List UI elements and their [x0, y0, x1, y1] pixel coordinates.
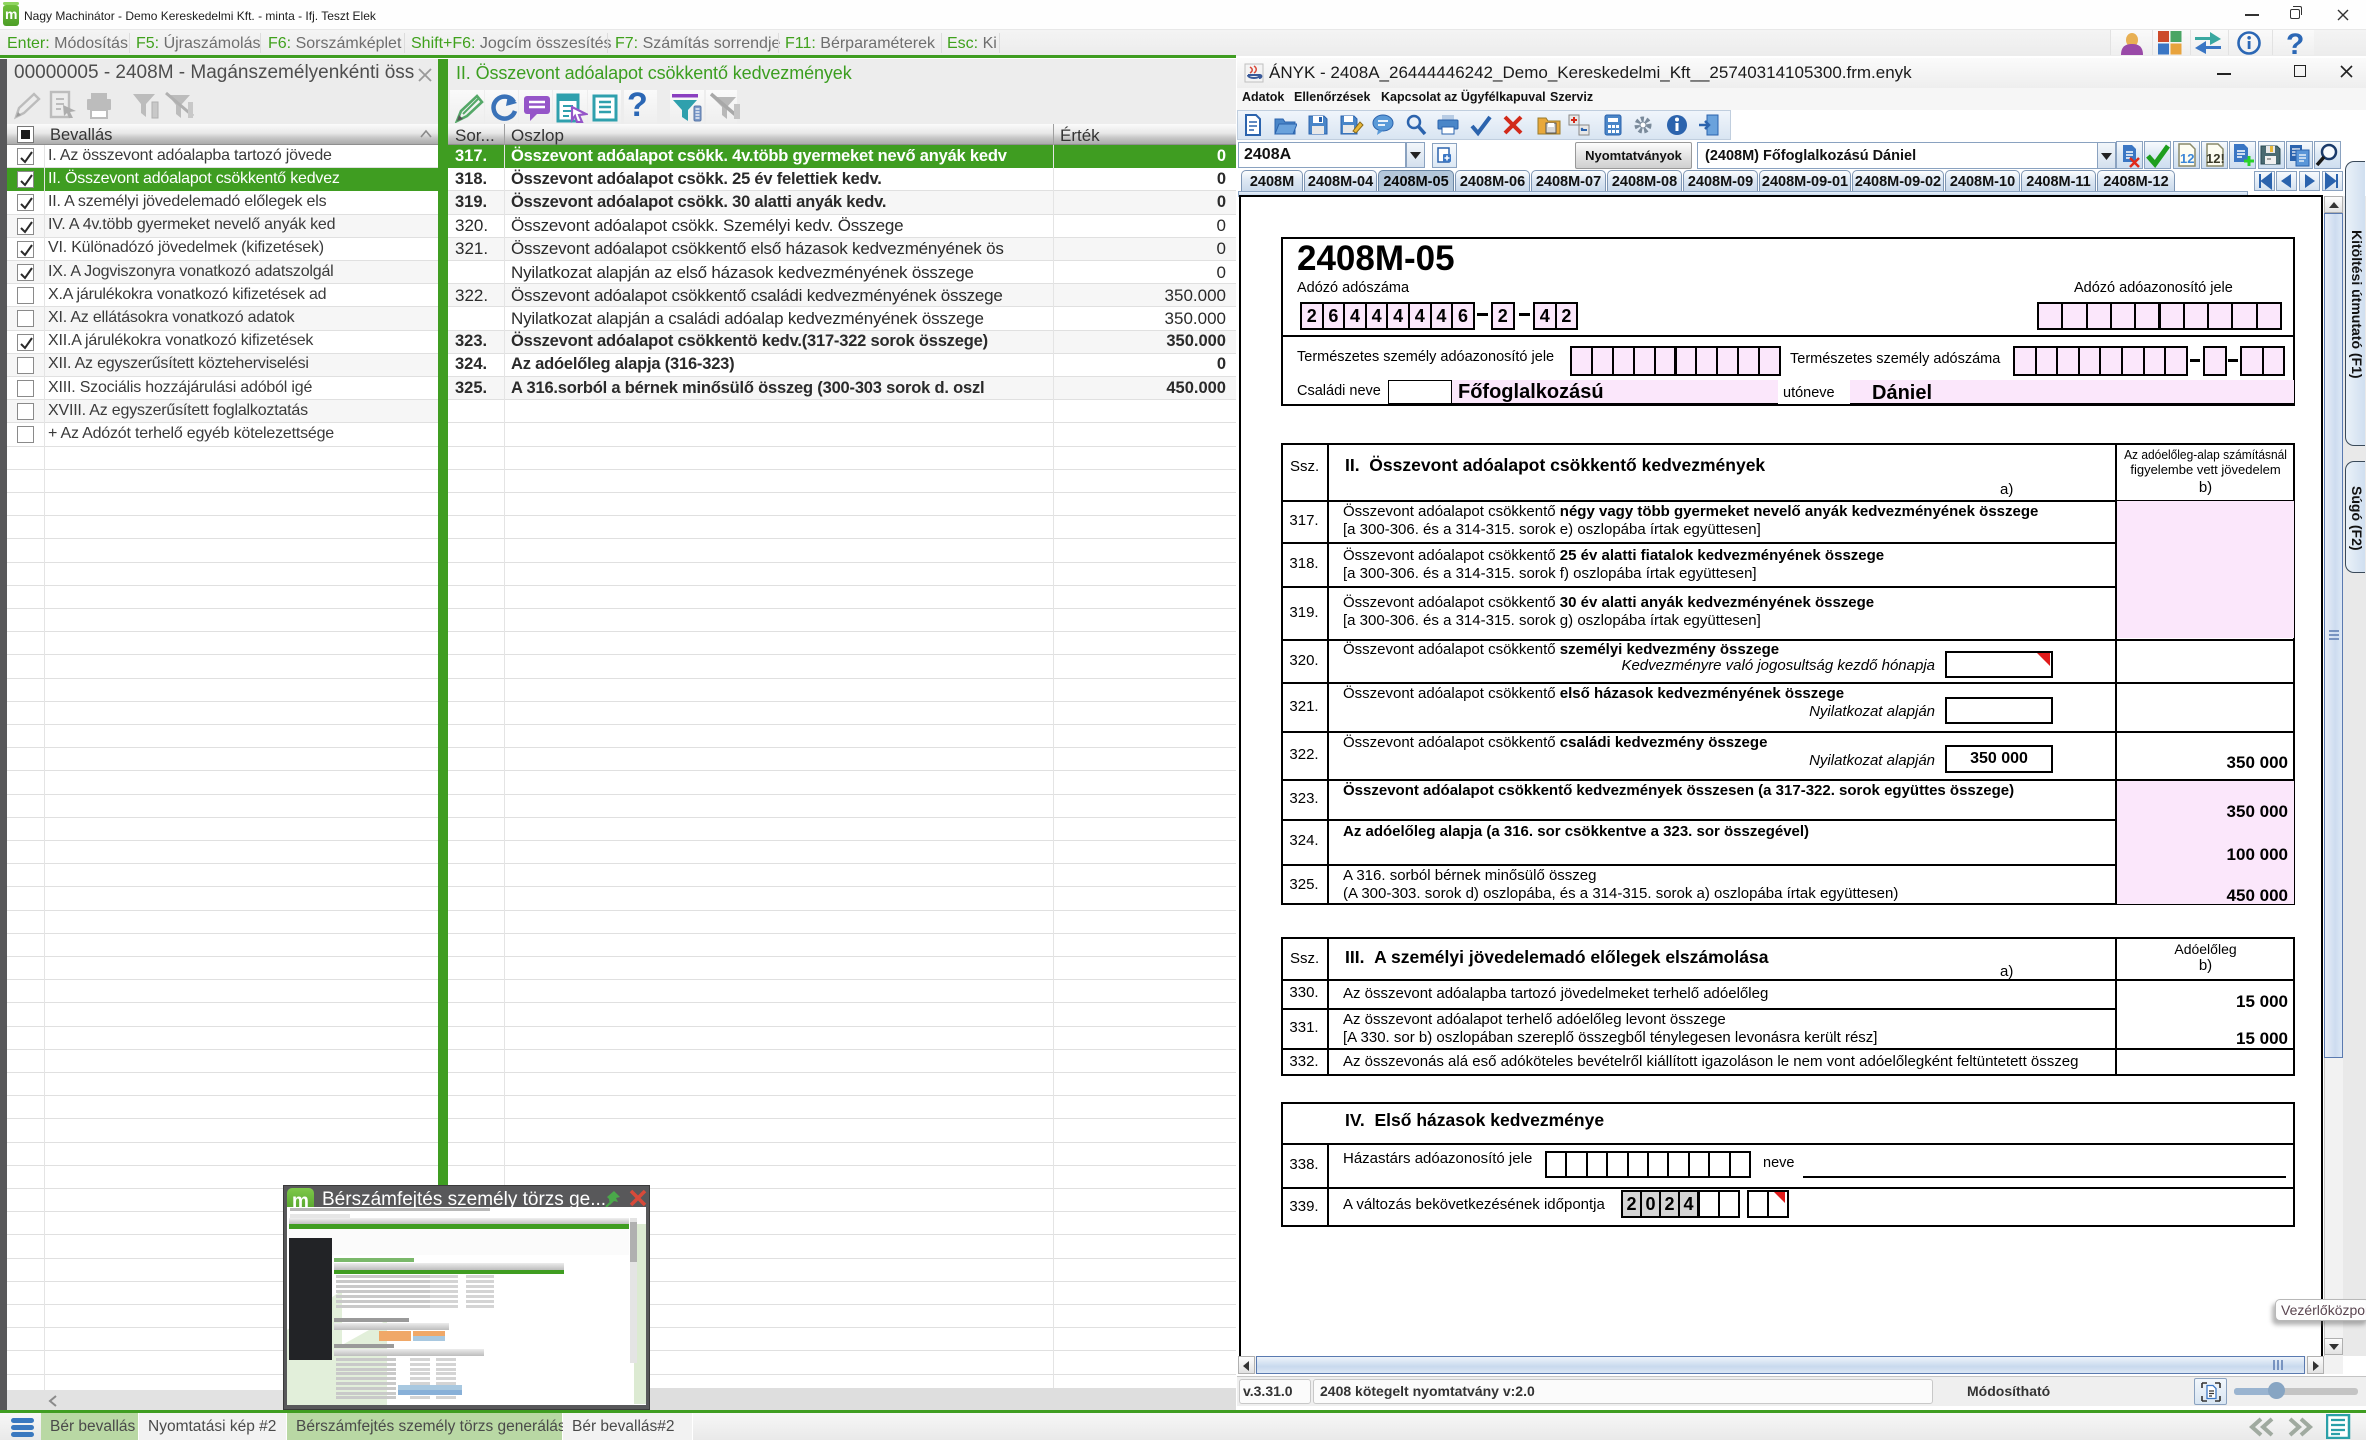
svg-text:12!: 12!: [2206, 151, 2225, 166]
svg-text:12: 12: [2180, 151, 2194, 166]
